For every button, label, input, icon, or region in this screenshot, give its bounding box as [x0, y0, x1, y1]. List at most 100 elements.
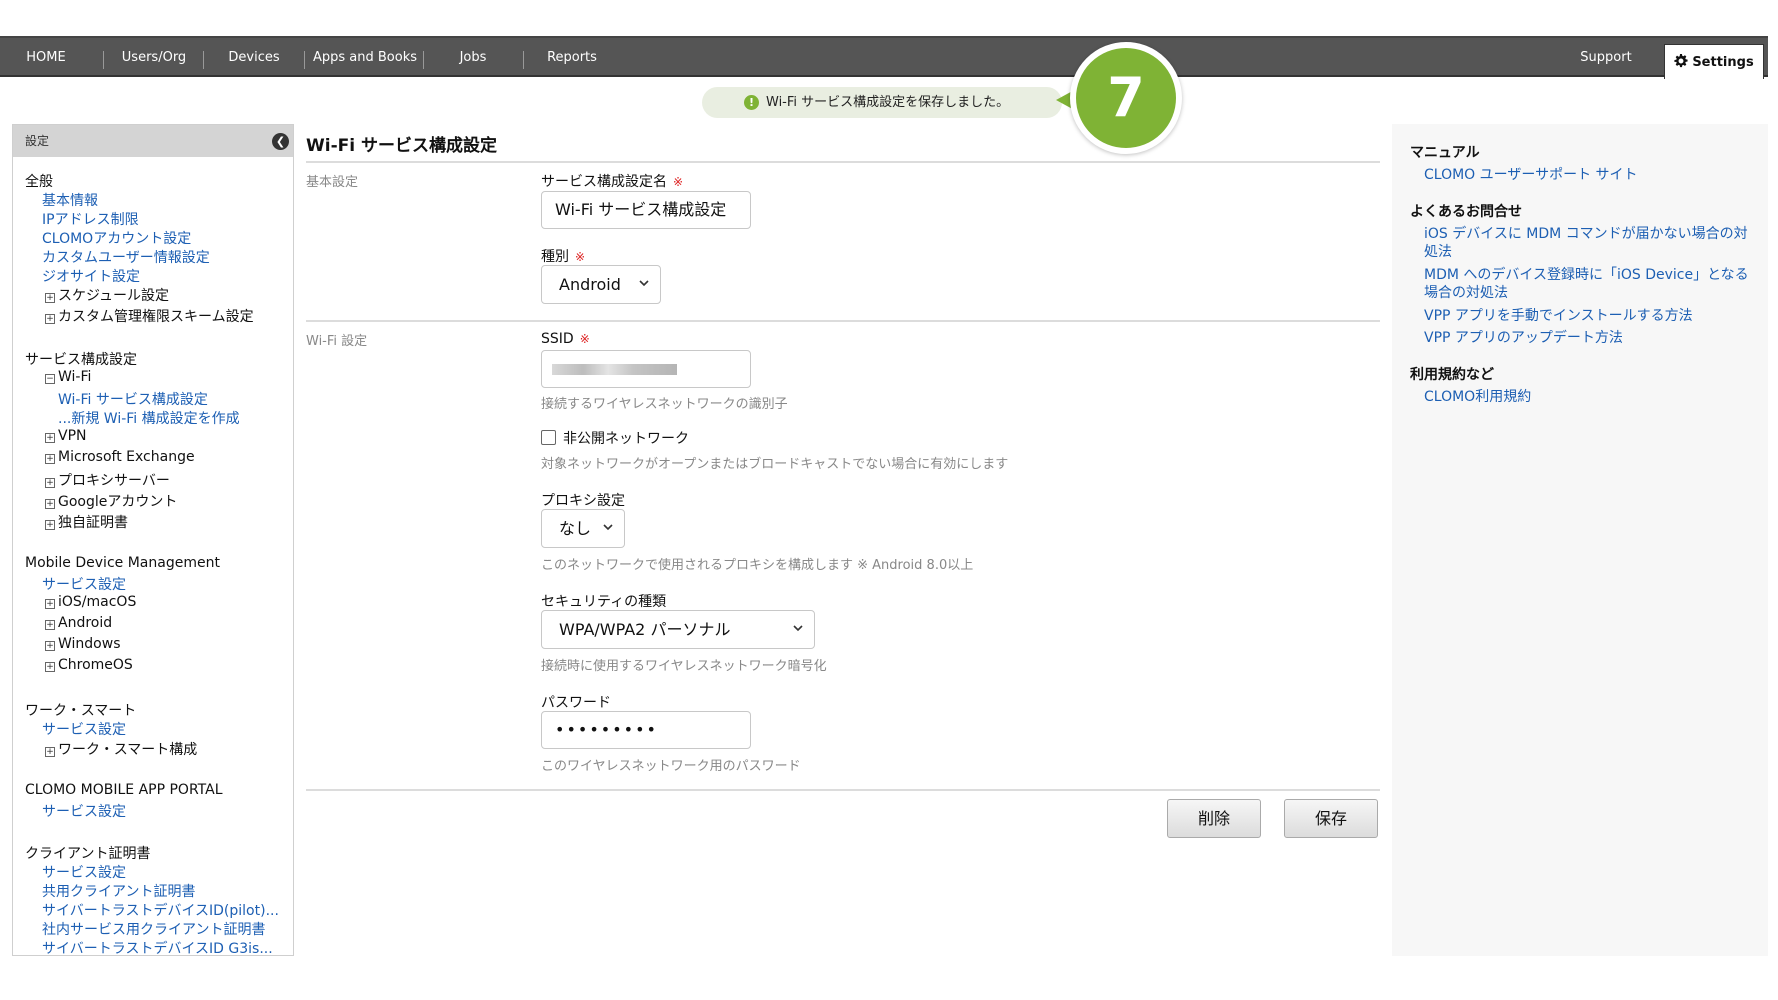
expand-icon: +	[45, 433, 55, 443]
help-link[interactable]: MDM へのデバイス登録時に「iOS Device」となる場合の対処法	[1424, 266, 1754, 302]
hidden-network-checkbox[interactable]	[541, 430, 556, 445]
nav-separator	[103, 51, 104, 69]
sidebar-tree-item[interactable]: + Android	[45, 615, 112, 631]
help-link[interactable]: CLOMO利用規約	[1424, 388, 1754, 406]
sidebar-section-title: 全般	[25, 174, 53, 190]
help-section-title: マニュアル	[1410, 145, 1480, 161]
flash-message-text: Wi-Fi サービス構成設定を保存しました。	[766, 95, 1010, 110]
proxy-select[interactable]: なし	[541, 509, 625, 548]
ssid-input[interactable]	[541, 350, 751, 388]
sidebar-tree-item[interactable]: + iOS/macOS	[45, 594, 136, 610]
sidebar-tree-item[interactable]: + VPN	[45, 428, 87, 444]
sidebar-link[interactable]: サービス設定	[42, 862, 126, 882]
chevron-down-icon	[639, 280, 649, 287]
nav-jobs[interactable]: Jobs	[428, 38, 518, 77]
gear-icon	[1674, 54, 1688, 68]
sidebar-link[interactable]: ジオサイト設定	[42, 266, 140, 286]
sidebar-link[interactable]: ...新規 Wi-Fi 構成設定を作成	[58, 408, 240, 428]
sidebar-link[interactable]: CLOMOアカウント設定	[42, 228, 191, 248]
sidebar-link[interactable]: 社内サービス用クライアント証明書	[42, 919, 265, 939]
sidebar-link[interactable]: 共用クライアント証明書	[42, 881, 195, 901]
collapse-sidebar-icon[interactable]: ❮	[272, 133, 289, 150]
expand-icon: +	[45, 454, 55, 464]
tab-settings[interactable]: Settings	[1664, 44, 1764, 79]
sidebar-tree-item[interactable]: + ワーク・スマート構成	[45, 739, 197, 759]
sidebar-header: 設定 ❮	[13, 125, 293, 157]
password-input[interactable]: •••••••••	[541, 711, 751, 749]
sidebar-tree-item[interactable]: + ChromeOS	[45, 657, 133, 673]
help-link[interactable]: iOS デバイスに MDM コマンドが届かない場合の対処法	[1424, 225, 1754, 261]
ssid-help-text: 接続するワイヤレスネットワークの識別子	[541, 397, 788, 412]
sidebar-link[interactable]: サービス設定	[42, 719, 126, 739]
security-help-text: 接続時に使用するワイヤレスネットワーク暗号化	[541, 659, 827, 674]
field-label-type: 種別 ※	[541, 249, 586, 265]
hidden-network-help-text: 対象ネットワークがオープンまたはブロードキャストでない場合に有効にします	[541, 457, 1009, 472]
help-link[interactable]: CLOMO ユーザーサポート サイト	[1424, 166, 1754, 184]
sidebar-section-title: サービス構成設定	[25, 352, 137, 368]
nav-devices[interactable]: Devices	[208, 38, 300, 77]
chevron-down-icon	[793, 625, 803, 632]
nav-separator	[203, 51, 204, 69]
security-type-select[interactable]: WPA/WPA2 パーソナル	[541, 610, 815, 649]
group-label-wifi: Wi-Fi 設定	[306, 334, 368, 349]
delete-button[interactable]: 削除	[1167, 799, 1261, 838]
nav-home[interactable]: HOME	[0, 38, 92, 77]
expand-icon: +	[45, 747, 55, 757]
nav-apps-and-books[interactable]: Apps and Books	[310, 38, 420, 77]
expand-icon: +	[45, 478, 55, 488]
service-name-input[interactable]: Wi-Fi サービス構成設定	[541, 191, 751, 229]
sidebar-link[interactable]: サイバートラストデバイスID(pilot)...	[42, 900, 279, 920]
sidebar-link[interactable]: IPアドレス制限	[42, 209, 139, 229]
sidebar-tree-item[interactable]: + 独自証明書	[45, 512, 128, 532]
sidebar-section-title: ワーク・スマート	[25, 703, 137, 719]
collapse-icon: −	[45, 374, 55, 384]
sidebar-tree-item[interactable]: − Wi-Fi	[45, 369, 91, 385]
nav-users-org[interactable]: Users/Org	[108, 38, 200, 77]
sidebar-tree-item[interactable]: + スケジュール設定	[45, 285, 169, 305]
sidebar-link[interactable]: 基本情報	[42, 190, 98, 210]
tab-settings-label: Settings	[1692, 55, 1754, 70]
nav-support[interactable]: Support	[1566, 38, 1646, 77]
required-mark: ※	[575, 250, 586, 264]
help-section-title: 利用規約など	[1410, 367, 1494, 383]
expand-icon: +	[45, 641, 55, 651]
help-panel: マニュアル CLOMO ユーザーサポート サイト よくあるお問合せ iOS デバ…	[1392, 124, 1768, 956]
flash-message: ! Wi-Fi サービス構成設定を保存しました。	[702, 87, 1062, 118]
help-link[interactable]: VPP アプリのアップデート方法	[1424, 329, 1754, 347]
nav-separator	[523, 51, 524, 69]
divider	[306, 320, 1380, 322]
expand-icon: +	[45, 499, 55, 509]
sidebar-tree-item[interactable]: + Googleアカウント	[45, 491, 177, 511]
sidebar-section-title: Mobile Device Management	[25, 555, 220, 571]
sidebar-title: 設定	[25, 134, 50, 148]
sidebar-link[interactable]: サービス設定	[42, 801, 126, 821]
field-label-ssid: SSID ※	[541, 331, 590, 347]
expand-icon: +	[45, 520, 55, 530]
sidebar-section-title: CLOMO MOBILE APP PORTAL	[25, 782, 223, 798]
sidebar-tree-item[interactable]: + カスタム管理権限スキーム設定	[45, 306, 254, 326]
sidebar-link[interactable]: サイバートラストデバイスID G3is...	[42, 938, 273, 955]
expand-icon: +	[45, 599, 55, 609]
field-label-password: パスワード	[541, 695, 611, 711]
ssid-redacted-value	[552, 364, 677, 375]
group-label-basic: 基本設定	[306, 175, 359, 190]
hidden-network-label: 非公開ネットワーク	[563, 431, 689, 447]
type-select[interactable]: Android	[541, 265, 661, 304]
sidebar-link[interactable]: サービス設定	[42, 574, 126, 594]
sidebar: 設定 ❮ 全般 基本情報 IPアドレス制限 CLOMOアカウント設定 カスタムユ…	[12, 124, 294, 956]
sidebar-tree-item[interactable]: + Windows	[45, 636, 121, 652]
sidebar-link[interactable]: カスタムユーザー情報設定	[42, 247, 210, 267]
divider	[306, 161, 1380, 163]
expand-icon: +	[45, 662, 55, 672]
sidebar-tree-item[interactable]: + プロキシサーバー	[45, 470, 170, 490]
sidebar-link[interactable]: Wi-Fi サービス構成設定	[58, 389, 208, 409]
expand-icon: +	[45, 620, 55, 630]
save-button[interactable]: 保存	[1284, 799, 1378, 838]
field-label-proxy: プロキシ設定	[541, 493, 625, 509]
chevron-down-icon	[603, 524, 613, 531]
nav-separator	[304, 51, 305, 69]
sidebar-tree-item[interactable]: + Microsoft Exchange	[45, 449, 195, 465]
divider	[306, 789, 1380, 791]
help-link[interactable]: VPP アプリを手動でインストールする方法	[1424, 307, 1754, 325]
nav-reports[interactable]: Reports	[528, 38, 616, 77]
